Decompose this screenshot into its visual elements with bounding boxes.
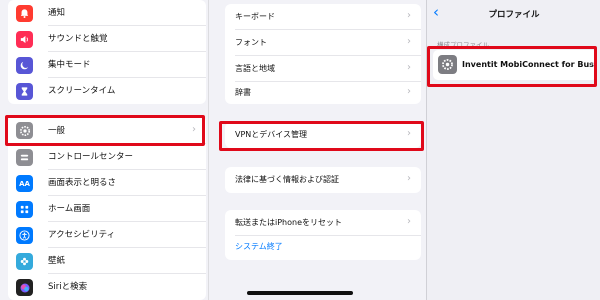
chevron-right-icon: ›	[407, 216, 411, 227]
sidebar-item-label: アクセシビリティ	[48, 230, 116, 240]
menu-item-language-region[interactable]: 言語と地域 ›	[225, 56, 421, 82]
menu-item-legal[interactable]: 法律に基づく情報および認証 ›	[225, 167, 421, 193]
siri-icon	[16, 279, 33, 296]
chevron-right-icon: ›	[407, 36, 411, 47]
profile-row[interactable]: Inventit MobiConnect for Busi... ›	[433, 50, 597, 80]
sidebar-item-label: 集中モード	[48, 60, 91, 70]
sidebar-group-main: 一般 › コントロールセンター AA 画面表示と明るさ ホーム画面 アクセシビリ…	[8, 116, 206, 300]
general-group-legal: 法律に基づく情報および認証 ›	[225, 167, 421, 193]
chevron-right-icon: ›	[407, 62, 411, 73]
sidebar-item-label: 通知	[48, 8, 66, 18]
menu-item-dictionary[interactable]: 辞書 ›	[225, 80, 421, 104]
sidebar-item-label: ホーム画面	[48, 204, 91, 214]
profile-pane: ‹ プロファイル 構成プロファイル Inventit MobiConnect f…	[426, 0, 600, 300]
speaker-icon	[16, 31, 33, 48]
text-size-icon: AA	[16, 175, 33, 192]
sidebar-item-accessibility[interactable]: アクセシビリティ	[8, 222, 206, 248]
shutdown-button[interactable]: システム終了	[225, 234, 421, 260]
sidebar-item-control-center[interactable]: コントロールセンター	[8, 144, 206, 170]
menu-item-label: 転送またはiPhoneをリセット	[235, 218, 343, 227]
nav-bar: ‹ プロファイル	[427, 0, 600, 26]
gear-icon	[16, 122, 33, 139]
chevron-right-icon: ›	[407, 128, 411, 139]
sidebar-item-display[interactable]: AA 画面表示と明るさ	[8, 170, 206, 196]
sidebar-item-screen-time[interactable]: スクリーンタイム	[8, 78, 206, 104]
sidebar-item-siri[interactable]: Siriと検索	[8, 274, 206, 300]
page-title: プロファイル	[488, 10, 540, 20]
menu-item-label: 法律に基づく情報および認証	[235, 175, 339, 184]
chevron-right-icon: ›	[407, 10, 411, 21]
menu-item-transfer-reset[interactable]: 転送またはiPhoneをリセット ›	[225, 210, 421, 236]
bell-icon	[16, 5, 33, 22]
shutdown-label: システム終了	[235, 242, 283, 251]
general-settings-pane: キーボード › フォント › 言語と地域 › 辞書 › VPNとデバイス管理 ›…	[208, 0, 427, 300]
sidebar-item-label: 画面表示と明るさ	[48, 178, 117, 188]
sidebar-item-label: スクリーンタイム	[48, 86, 116, 96]
accessibility-icon	[16, 227, 33, 244]
moon-icon	[16, 57, 33, 74]
settings-sidebar: 通知 サウンドと触覚 集中モード スクリーンタイム 一般 › コントロールセンタ…	[0, 0, 208, 300]
sidebar-item-wallpaper[interactable]: 壁紙	[8, 248, 206, 274]
home-indicator	[247, 291, 353, 295]
chevron-right-icon: ›	[589, 59, 593, 70]
hourglass-icon	[16, 83, 33, 100]
menu-item-keyboard[interactable]: キーボード ›	[225, 4, 421, 30]
menu-item-fonts[interactable]: フォント ›	[225, 30, 421, 56]
sidebar-group-top: 通知 サウンドと触覚 集中モード スクリーンタイム	[8, 0, 206, 104]
sidebar-item-label: コントロールセンター	[48, 152, 134, 162]
profile-name: Inventit MobiConnect for Busi...	[462, 60, 597, 69]
general-group-reset: 転送またはiPhoneをリセット › システム終了	[225, 210, 421, 260]
sidebar-item-focus[interactable]: 集中モード	[8, 52, 206, 78]
switches-icon	[16, 149, 33, 166]
menu-item-label: キーボード	[235, 12, 275, 21]
chevron-right-icon: ›	[407, 86, 411, 97]
sidebar-item-general[interactable]: 一般 ›	[8, 116, 206, 144]
chevron-right-icon: ›	[407, 173, 411, 184]
sidebar-item-label: サウンドと触覚	[48, 34, 108, 44]
sidebar-item-sounds[interactable]: サウンドと触覚	[8, 26, 206, 52]
chevron-right-icon: ›	[192, 124, 196, 135]
menu-item-label: 言語と地域	[235, 64, 275, 73]
menu-item-label: VPNとデバイス管理	[235, 130, 308, 139]
general-group-vpn: VPNとデバイス管理 ›	[225, 122, 421, 148]
sidebar-item-home-screen[interactable]: ホーム画面	[8, 196, 206, 222]
sidebar-item-label: 一般	[48, 126, 66, 136]
menu-item-label: 辞書	[235, 88, 251, 97]
sidebar-item-label: Siriと検索	[48, 282, 88, 292]
sidebar-item-label: 壁紙	[48, 256, 66, 266]
section-header: 構成プロファイル	[437, 41, 489, 49]
grid-icon	[16, 201, 33, 218]
menu-item-vpn-device-management[interactable]: VPNとデバイス管理 ›	[225, 122, 421, 148]
general-group-language: キーボード › フォント › 言語と地域 › 辞書 ›	[225, 4, 421, 104]
flower-icon	[16, 253, 33, 270]
menu-item-label: フォント	[235, 38, 267, 47]
sidebar-item-notifications[interactable]: 通知	[8, 0, 206, 26]
gear-icon	[438, 55, 457, 74]
